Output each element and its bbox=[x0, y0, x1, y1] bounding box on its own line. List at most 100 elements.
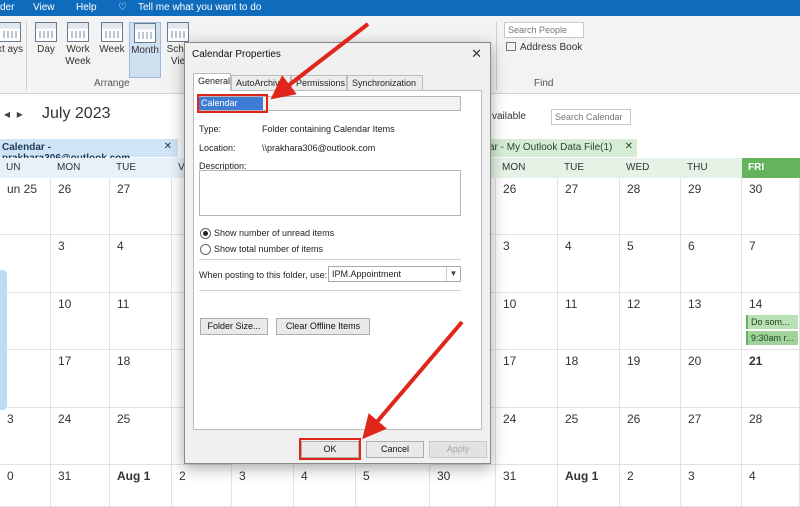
day-cell[interactable]: 11 bbox=[558, 293, 620, 350]
search-calendar-input[interactable]: Search Calendar bbox=[551, 109, 631, 125]
day-cell[interactable]: 28 bbox=[742, 408, 800, 465]
address-book-button[interactable]: Address Book bbox=[506, 42, 582, 53]
tell-me-search[interactable]: Tell me what you want to do bbox=[138, 2, 261, 13]
tab-view[interactable]: View bbox=[33, 2, 55, 13]
day-cell[interactable]: 29 bbox=[681, 178, 742, 235]
day-cell[interactable]: 18 bbox=[110, 350, 172, 408]
day-cell[interactable]: 19 bbox=[620, 350, 681, 408]
day-cell[interactable]: 5 bbox=[620, 235, 681, 293]
work-week-view-button[interactable]: Work Week bbox=[62, 22, 94, 68]
day-cell[interactable]: 10 bbox=[496, 293, 558, 350]
location-label: Location: bbox=[199, 143, 236, 153]
day-cell[interactable]: 3 bbox=[0, 408, 51, 465]
day-cell[interactable]: 26 bbox=[51, 178, 110, 235]
day-header: TUE bbox=[558, 158, 620, 178]
appointment-item[interactable]: 9:30am r... bbox=[746, 331, 798, 345]
week-icon bbox=[101, 22, 123, 42]
cancel-button[interactable]: Cancel bbox=[366, 441, 424, 458]
day-cell[interactable]: 27 bbox=[110, 178, 172, 235]
day-cell[interactable]: 10 bbox=[51, 293, 110, 350]
day-cell[interactable] bbox=[0, 235, 51, 293]
day-cell[interactable]: 20 bbox=[681, 350, 742, 408]
day-cell[interactable]: 28 bbox=[620, 178, 681, 235]
day-header: MON bbox=[496, 158, 558, 178]
description-textarea[interactable] bbox=[199, 170, 461, 216]
day-cell[interactable]: 26 bbox=[620, 408, 681, 465]
month-view-button[interactable]: Month bbox=[129, 22, 161, 78]
day-cell[interactable]: 27 bbox=[681, 408, 742, 465]
day-cell[interactable]: 13 bbox=[681, 293, 742, 350]
day-cell[interactable]: 6 bbox=[681, 235, 742, 293]
day-cell[interactable]: Aug 1 bbox=[110, 465, 172, 507]
general-panel: Calendar Type: Folder containing Calenda… bbox=[193, 90, 482, 430]
day-cell[interactable]: 31 bbox=[496, 465, 558, 507]
day-cell[interactable]: 2 bbox=[620, 465, 681, 507]
appointment-strip[interactable] bbox=[0, 270, 7, 410]
highlight-box bbox=[197, 94, 268, 113]
day-cell[interactable]: 27 bbox=[558, 178, 620, 235]
day-cell[interactable]: 25 bbox=[110, 408, 172, 465]
day-cell[interactable]: 3 bbox=[51, 235, 110, 293]
radio-show-total[interactable]: Show total number of items bbox=[200, 244, 323, 255]
day-cell[interactable]: 5 bbox=[356, 465, 430, 507]
search-people-input[interactable]: Search People bbox=[504, 22, 584, 38]
day-cell[interactable]: 24 bbox=[51, 408, 110, 465]
week-view-button[interactable]: Week bbox=[96, 22, 128, 56]
clear-offline-items-button[interactable]: Clear Offline Items bbox=[276, 318, 370, 335]
day-cell[interactable]: 11 bbox=[110, 293, 172, 350]
day-header: THU bbox=[681, 158, 742, 178]
outlook-window: der View Help ♡ Tell me what you want to… bbox=[0, 0, 800, 507]
tab-folder[interactable]: der bbox=[0, 2, 14, 13]
day-cell[interactable]: 24 bbox=[496, 408, 558, 465]
day-cell-today[interactable]: 21 bbox=[742, 350, 800, 408]
day-cell[interactable]: 18 bbox=[558, 350, 620, 408]
day-cell[interactable]: 0 bbox=[0, 465, 51, 507]
next-7-days-button[interactable]: xt ays bbox=[0, 22, 26, 56]
appointment-item[interactable]: Do som... bbox=[746, 315, 798, 329]
day-cell[interactable]: 25 bbox=[558, 408, 620, 465]
tab-help[interactable]: Help bbox=[76, 2, 97, 13]
day-view-button[interactable]: Day bbox=[30, 22, 62, 56]
day-cell[interactable]: 3 bbox=[681, 465, 742, 507]
day-header: TUE bbox=[110, 158, 172, 178]
lightbulb-icon: ♡ bbox=[118, 2, 127, 13]
day-cell[interactable]: 3 bbox=[232, 465, 294, 507]
month-icon bbox=[134, 23, 156, 43]
day-cell[interactable] bbox=[0, 293, 51, 350]
close-icon[interactable]: ✕ bbox=[625, 141, 633, 152]
tab-autoarchive[interactable]: AutoArchive bbox=[231, 75, 291, 90]
prev-next-arrows[interactable]: ◂ ▸ bbox=[4, 107, 23, 121]
day-cell[interactable] bbox=[0, 350, 51, 408]
tab-permissions[interactable]: Permissions bbox=[291, 75, 347, 90]
day-cell[interactable]: un 25 bbox=[0, 178, 51, 235]
day-cell[interactable]: 4 bbox=[558, 235, 620, 293]
day-cell[interactable]: 17 bbox=[51, 350, 110, 408]
day-cell[interactable]: 4 bbox=[294, 465, 356, 507]
chevron-down-icon[interactable]: ▼ bbox=[446, 267, 460, 281]
radio-show-unread[interactable]: Show number of unread items bbox=[200, 228, 334, 239]
day-cell[interactable]: Aug 1 bbox=[558, 465, 620, 507]
folder-size-button[interactable]: Folder Size... bbox=[200, 318, 268, 335]
day-cell[interactable]: 30 bbox=[430, 465, 496, 507]
tab-general[interactable]: General bbox=[193, 73, 231, 91]
day-cell[interactable]: 4 bbox=[742, 465, 800, 507]
day-cell[interactable]: 30 bbox=[742, 178, 800, 235]
day-cell[interactable]: 4 bbox=[110, 235, 172, 293]
title-bar: der View Help ♡ Tell me what you want to… bbox=[0, 0, 800, 16]
close-icon[interactable]: ✕ bbox=[471, 46, 482, 62]
day-cell[interactable]: 12 bbox=[620, 293, 681, 350]
schedule-icon bbox=[167, 22, 189, 42]
calendar-properties-dialog: Calendar Properties ✕ General AutoArchiv… bbox=[184, 42, 491, 464]
calendar-tab-data-file[interactable]: ar - My Outlook Data File(1) ✕ bbox=[487, 139, 637, 157]
day-cell[interactable]: 2 bbox=[172, 465, 232, 507]
day-cell[interactable]: 17 bbox=[496, 350, 558, 408]
calendar-tab-outlook[interactable]: Calendar - prakhara306@outlook.com ✕ bbox=[0, 139, 178, 164]
posting-form-select[interactable]: IPM.Appointment ▼ bbox=[328, 266, 461, 282]
day-cell[interactable]: 31 bbox=[51, 465, 110, 507]
close-icon[interactable]: ✕ bbox=[164, 141, 172, 152]
tab-synchronization[interactable]: Synchronization bbox=[347, 75, 423, 90]
apply-button[interactable]: Apply bbox=[429, 441, 487, 458]
day-cell[interactable]: 7 bbox=[742, 235, 800, 293]
day-cell[interactable]: 26 bbox=[496, 178, 558, 235]
day-cell[interactable]: 3 bbox=[496, 235, 558, 293]
